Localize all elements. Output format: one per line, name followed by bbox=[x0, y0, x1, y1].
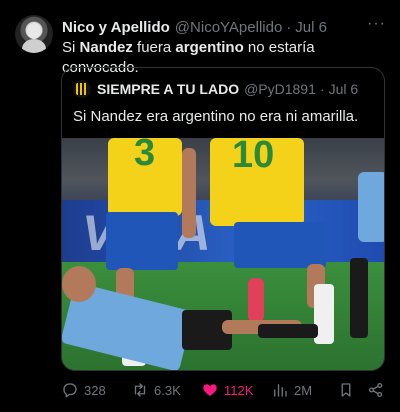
author-handle[interactable]: @NicoYApellido bbox=[175, 19, 283, 36]
player-uruguay-sock bbox=[258, 324, 318, 338]
more-options-icon[interactable]: ··· bbox=[367, 15, 386, 33]
views-button[interactable]: 2M bbox=[271, 379, 312, 401]
like-count: 112K bbox=[224, 382, 254, 398]
action-bar: 328 6.3K 112K 2M bbox=[61, 379, 391, 401]
quote-separator: · bbox=[319, 81, 325, 97]
tweet-header: Nico y Apellido @NicoYApellido · Jul 6 ·… bbox=[62, 15, 386, 37]
views-count: 2M bbox=[294, 382, 313, 398]
quoted-tweet[interactable]: SIEMPRE A TU LADO @PyD1891 · Jul 6 Si Na… bbox=[61, 67, 385, 371]
player-uruguay-right-shirt bbox=[358, 172, 384, 242]
text-part: Si bbox=[62, 39, 80, 56]
bookmark-button[interactable] bbox=[337, 379, 360, 401]
like-button[interactable]: 112K bbox=[201, 379, 253, 401]
player-yellow-10-shorts bbox=[234, 222, 326, 268]
quote-text: Si Nandez era argentino no era ni amaril… bbox=[73, 108, 359, 125]
share-icon bbox=[368, 382, 383, 398]
views-icon bbox=[274, 384, 287, 397]
bookmark-icon bbox=[341, 383, 351, 397]
jersey-number-10: 10 bbox=[232, 138, 275, 176]
author-name[interactable]: Nico y Apellido bbox=[62, 19, 170, 36]
retweet-button[interactable]: 6.3K bbox=[131, 379, 181, 401]
retweet-icon bbox=[134, 383, 146, 397]
retweet-count: 6.3K bbox=[154, 382, 181, 398]
author-avatar[interactable] bbox=[15, 15, 53, 53]
avatar-body bbox=[22, 39, 46, 53]
quote-author-handle: @PyD1891 bbox=[244, 81, 316, 97]
separator: · bbox=[286, 18, 292, 36]
text-bold-nandez: Nandez bbox=[79, 39, 133, 56]
player-uruguay-head bbox=[62, 266, 96, 302]
match-photo[interactable]: VISA 3 10 bbox=[62, 138, 384, 370]
quote-avatar bbox=[73, 80, 91, 98]
jersey-number-3: 3 bbox=[134, 138, 156, 174]
text-bold-argentino: argentino bbox=[175, 39, 244, 56]
reply-icon bbox=[63, 383, 77, 398]
quote-author-name: SIEMPRE A TU LADO bbox=[97, 81, 240, 97]
player-10-boot bbox=[248, 278, 264, 322]
quote-date: Jul 6 bbox=[328, 81, 359, 97]
tweet-date[interactable]: Jul 6 bbox=[295, 19, 327, 36]
text-part: fuera bbox=[132, 39, 176, 56]
reply-count: 328 bbox=[84, 382, 106, 398]
share-button[interactable] bbox=[367, 379, 390, 401]
player-uruguay-right-leg bbox=[350, 258, 368, 338]
avatar-face bbox=[27, 23, 41, 39]
player-left-arm bbox=[182, 148, 196, 238]
heart-icon bbox=[203, 384, 217, 396]
quote-header: SIEMPRE A TU LADO @PyD1891 · Jul 6 bbox=[73, 80, 376, 98]
reply-button[interactable]: 328 bbox=[61, 379, 106, 401]
player-yellow-left-shorts bbox=[106, 212, 178, 270]
